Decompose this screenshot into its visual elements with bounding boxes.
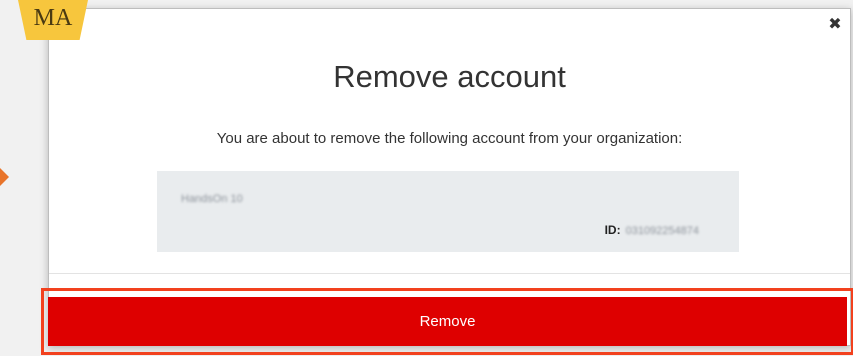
modal-title: Remove account [333,59,566,94]
remove-account-modal: ✖ Remove account You are about to remove… [41,8,853,355]
account-details-box: HandsOn 10 ID: 031092254874 [157,171,739,252]
remove-button-highlight: Remove [41,288,853,355]
background-arrow-indicator [0,168,9,186]
account-id-label: ID: [604,223,621,237]
account-id: ID: 031092254874 [605,223,699,237]
close-icon[interactable]: ✖ [826,15,844,33]
account-name: HandsOn 10 [181,193,243,205]
account-id-value: 031092254874 [625,225,699,237]
ma-badge: MA [18,0,88,40]
footer-divider [49,273,850,274]
remove-button[interactable]: Remove [48,297,847,346]
modal-description: You are about to remove the following ac… [216,130,683,147]
